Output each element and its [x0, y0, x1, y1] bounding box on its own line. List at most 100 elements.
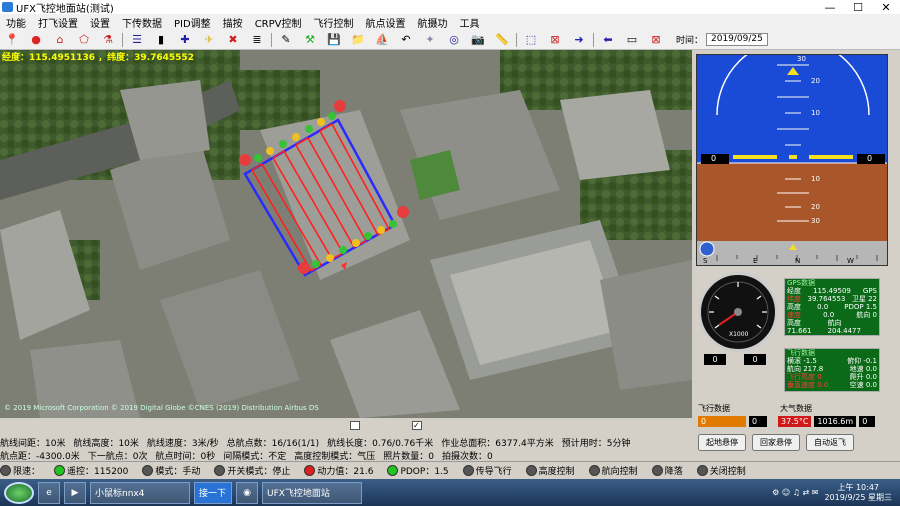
arrow-left-icon[interactable]: ⬅ — [599, 32, 617, 48]
indicator-altitude: 高度控制 — [525, 464, 575, 477]
hover-button[interactable]: 起地悬停 — [698, 433, 746, 451]
menu-item-aerial[interactable]: 航摄功 — [412, 15, 454, 30]
taskbar-item-next[interactable]: 接一下 — [194, 481, 232, 504]
status-dot-icon — [525, 465, 537, 476]
ruler-icon[interactable]: 📏 — [493, 32, 511, 48]
list-icon[interactable]: ≣ — [248, 32, 266, 48]
flight-title: 飞行数据 — [787, 349, 815, 357]
camera-icon[interactable]: 📷 — [469, 32, 487, 48]
attitude-indicator: 30 20 10 10 20 30 0 0 S E N W — [696, 54, 888, 266]
atmos-data-label: 大气数据 — [780, 403, 812, 413]
status-dot-icon — [142, 465, 154, 476]
satellite-map[interactable] — [0, 50, 692, 418]
flight-row: 飞行高度 0 爬升 0.0 — [787, 373, 877, 381]
close-box-icon[interactable]: ⊠ — [647, 32, 665, 48]
menu-bar: 功能 打飞设置 设置 下传数据 PID调整 描按 CRPV控制 飞行控制 航点设… — [0, 14, 900, 30]
battery-icon[interactable]: ▮ — [152, 32, 170, 48]
checkbox-a[interactable] — [350, 421, 368, 430]
tools-icon[interactable]: ⚒ — [301, 32, 319, 48]
minimize-button[interactable]: — — [816, 0, 844, 14]
temperature-value: 37.5°C — [778, 415, 812, 427]
gps-title: GPS数据 — [787, 279, 816, 287]
hud-left-value: 0 — [711, 154, 717, 163]
system-tray: ⚙ ☺ ♫ ⇄ ✉ 上午 10:47 2019/9/25 星期三 — [772, 479, 900, 506]
menu-item-tools[interactable]: 工具 — [454, 15, 486, 30]
window-title: UFX飞控地面站(测试) — [16, 3, 114, 15]
checkbox-b[interactable]: ✓ — [412, 421, 430, 430]
start-button[interactable] — [4, 481, 34, 504]
map-canvas[interactable] — [0, 50, 692, 418]
auto-return-button[interactable]: 自动返飞 — [806, 433, 854, 451]
pen-icon[interactable]: ✎ — [277, 32, 295, 48]
delete-area-icon[interactable]: ⊠ — [546, 32, 564, 48]
toolbar-separator — [593, 32, 594, 47]
taskbar-item-mouse[interactable]: 小鼠标nnx4 — [90, 481, 190, 504]
app-icon — [2, 2, 13, 12]
clock-time[interactable]: 上午 10:47 — [824, 483, 892, 493]
360-icon[interactable]: ◉ — [236, 481, 258, 504]
menu-item-settings[interactable]: 设置 — [84, 15, 116, 30]
indicator-bar: 限速： 遥控：115200 模式：手动 开关模式：停止 动力值：21.6 PDO… — [0, 461, 900, 479]
undo-icon[interactable]: ↶ — [397, 32, 415, 48]
window-icon[interactable]: ▭ — [623, 32, 641, 48]
time-value[interactable]: 2019/09/25 — [706, 33, 768, 46]
gps-data-panel: GPS数据 经度 115.49509 GPS 纬度 39.764553 卫星 22 高度… — [784, 278, 880, 336]
speed-gauge: X1000 — [698, 272, 778, 352]
wind-speed-value: 0 — [749, 415, 767, 427]
boat-icon[interactable]: ⛵ — [373, 32, 391, 48]
clock-date[interactable]: 2019/9/25 星期三 — [824, 493, 892, 503]
menu-item-flight-settings[interactable]: 打飞设置 — [32, 15, 84, 30]
menu-item-crpv[interactable]: CRPV控制 — [249, 15, 308, 30]
menu-item-function[interactable]: 功能 — [0, 15, 32, 30]
pitch-label-up-20: 20 — [811, 77, 820, 85]
status-dot-icon — [696, 465, 708, 476]
pin-red-icon[interactable]: 📍 — [3, 32, 21, 48]
house-icon[interactable]: ⌂ — [51, 32, 69, 48]
add-pin-icon[interactable]: ✚ — [176, 32, 194, 48]
map-cross-icon[interactable]: ✖ — [224, 32, 242, 48]
close-button[interactable]: ✕ — [872, 0, 900, 14]
menu-item-waypoints[interactable]: 航点设置 — [360, 15, 412, 30]
wind-status-value: 0 — [698, 415, 746, 427]
time-box: 时间： 2019/09/25 — [676, 33, 768, 46]
tray-icons[interactable]: ⚙ ☺ ♫ ⇄ ✉ — [772, 488, 818, 497]
total-waypoints: 总航点数：16/16(1/1) — [226, 439, 320, 449]
gps-row: 高度 0.0 PDOP 1.5 — [787, 303, 877, 311]
menu-item-scan[interactable]: 描按 — [217, 15, 249, 30]
save-icon[interactable]: 💾 — [325, 32, 343, 48]
heading-west: W — [847, 257, 854, 265]
indicator-pdop: PDOP：1.5 — [387, 464, 449, 477]
pitch-label-down-20: 20 — [811, 203, 820, 211]
pitch-label-down-10: 10 — [811, 175, 820, 183]
select-area-icon[interactable]: ⬚ — [522, 32, 540, 48]
arrow-right-icon[interactable]: ➜ — [570, 32, 588, 48]
route-spacing: 航线间距：10米 — [0, 439, 66, 449]
route-speed: 航线速度：3米/秒 — [146, 439, 219, 449]
folder-icon[interactable]: 📁 — [349, 32, 367, 48]
indicator-switch: 开关模式：停止 — [214, 464, 290, 477]
return-home-button[interactable]: 回家悬停 — [752, 433, 800, 451]
gps-row: 纬度 39.764553 卫星 22 — [787, 295, 877, 303]
balloon-icon[interactable]: ● — [27, 32, 45, 48]
ruler-lines-icon[interactable]: ☰ — [128, 32, 146, 48]
menu-item-flight-control[interactable]: 飞行控制 — [308, 15, 360, 30]
media-icon[interactable]: ▶ — [64, 481, 86, 504]
ie-icon[interactable]: e — [38, 481, 60, 504]
flask-icon[interactable]: ⚗ — [99, 32, 117, 48]
status-row-2: 航点距：-4300.0米 下一航点：0次 航点时间：0秒 间隔模式：不定 高度控… — [0, 450, 694, 462]
menu-item-pid[interactable]: PID调整 — [168, 15, 217, 30]
maximize-button[interactable]: ☐ — [844, 0, 872, 14]
target-icon[interactable]: ◎ — [445, 32, 463, 48]
airplane-icon[interactable]: ✈ — [200, 32, 218, 48]
satellite-icon[interactable]: ✦ — [421, 32, 439, 48]
weather-control-panel: 飞行数据 大气数据 0 0 37.5°C 1016.6m 0 起地悬停 回家悬停… — [698, 402, 898, 451]
indicator-landing: 降落 — [651, 464, 683, 477]
indicator-power: 动力值：21.6 — [304, 464, 373, 477]
indicator-shutdown: 关闭控制 — [696, 464, 746, 477]
taskbar-item-ufx[interactable]: UFX飞控地面站 — [262, 481, 362, 504]
map-coordinates: 经度：115.4951136 ，纬度：39.7645552 — [2, 53, 194, 63]
pressure-value: 1016.6m — [814, 415, 857, 427]
menu-item-download[interactable]: 下传数据 — [116, 15, 168, 30]
indicator-heading: 航向控制 — [588, 464, 638, 477]
polygon-icon[interactable]: ⬠ — [75, 32, 93, 48]
